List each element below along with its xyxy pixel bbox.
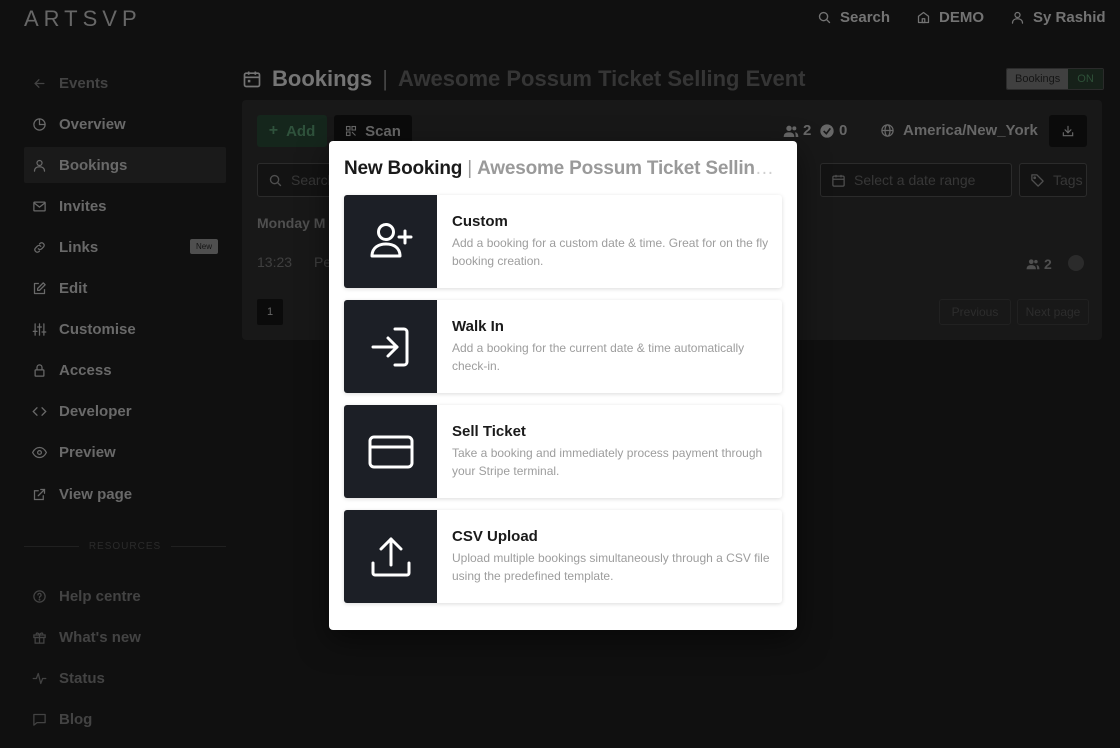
option-title: Walk In [452,318,504,335]
option-title: Sell Ticket [452,423,526,440]
modal-event-name: Awesome Possum Ticket Selling Ev... [477,158,784,179]
log-in-icon [371,327,408,366]
option-custom[interactable]: Custom Add a booking for a custom date &… [344,195,782,288]
option-title: Custom [452,213,508,230]
option-description: Take a booking and immediately process p… [452,446,763,478]
modal-title-separator: | [467,158,472,179]
modal-title: New Booking | Awesome Possum Ticket Sell… [344,158,784,180]
option-description: Upload multiple bookings simultaneously … [452,551,770,583]
modal-title-main: New Booking [344,158,463,179]
credit-card-icon [368,435,413,468]
user-plus-icon [370,222,412,257]
option-description: Add a booking for a custom date & time. … [452,236,769,268]
option-csv-upload[interactable]: CSV Upload Upload multiple bookings simu… [344,510,782,603]
new-booking-modal: New Booking | Awesome Possum Ticket Sell… [329,141,797,630]
option-title: CSV Upload [452,528,538,545]
option-description: Add a booking for the current date & tim… [452,341,745,373]
option-sell-ticket[interactable]: Sell Ticket Take a booking and immediate… [344,405,782,498]
upload-icon [371,537,410,576]
option-walk-in[interactable]: Walk In Add a booking for the current da… [344,300,782,393]
